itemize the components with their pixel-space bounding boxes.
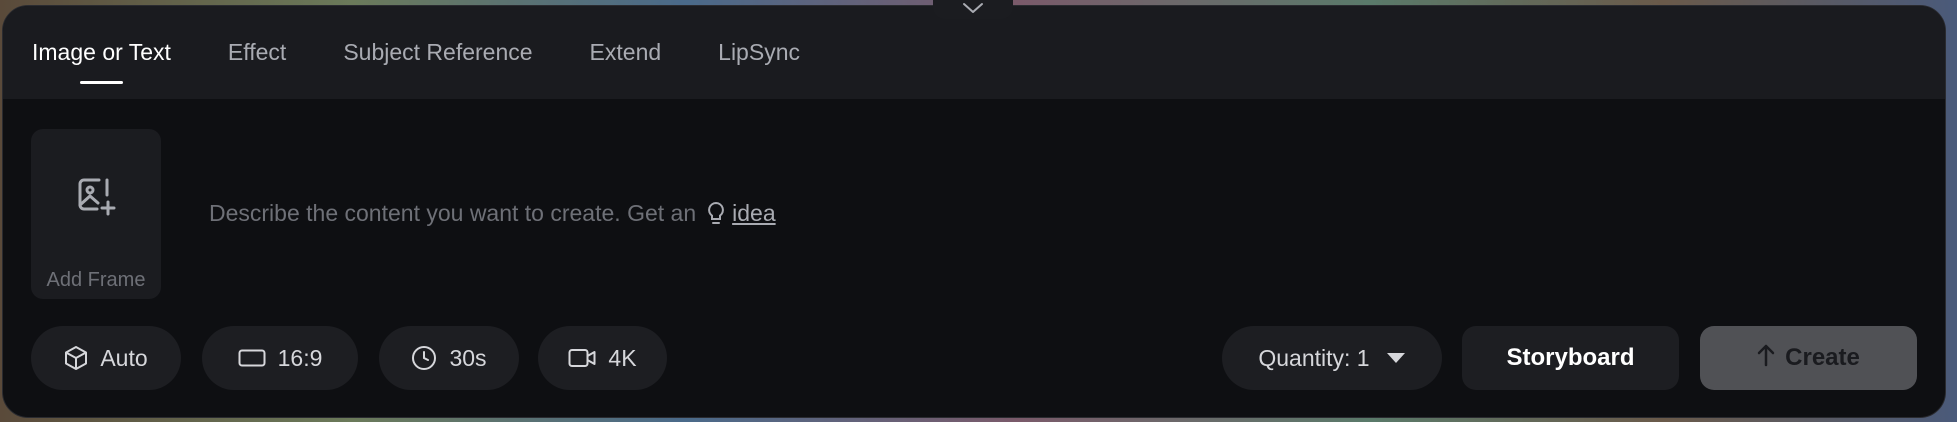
chevron-down-icon xyxy=(962,1,984,19)
tab-extend[interactable]: Extend xyxy=(590,41,662,64)
add-image-icon xyxy=(75,175,117,222)
quantity-selector[interactable]: Quantity: 1 xyxy=(1222,326,1442,390)
prompt-input[interactable]: Describe the content you want to create.… xyxy=(209,200,776,227)
tab-lipsync[interactable]: LipSync xyxy=(718,41,800,64)
tab-image-or-text[interactable]: Image or Text xyxy=(32,41,171,84)
storyboard-button[interactable]: Storyboard xyxy=(1462,326,1679,390)
mode-tab-bar: Image or Text Effect Subject Reference E… xyxy=(3,6,1945,99)
collapse-panel-button[interactable] xyxy=(933,0,1013,19)
cube-icon xyxy=(64,345,88,371)
aspect-ratio-selector[interactable]: 16:9 xyxy=(202,326,358,390)
quantity-label: Quantity: 1 xyxy=(1258,344,1370,371)
tab-effect[interactable]: Effect xyxy=(228,41,286,64)
resolution-label: 4K xyxy=(608,344,637,371)
model-label: Auto xyxy=(100,344,148,371)
lightbulb-icon xyxy=(706,201,726,227)
duration-selector[interactable]: 30s xyxy=(379,326,519,390)
storyboard-label: Storyboard xyxy=(1506,344,1635,371)
create-button[interactable]: Create xyxy=(1700,326,1917,390)
tab-subject-reference[interactable]: Subject Reference xyxy=(343,41,532,64)
aspect-ratio-label: 16:9 xyxy=(277,344,323,371)
add-frame-label: Add Frame xyxy=(46,269,146,291)
model-selector[interactable]: Auto xyxy=(31,326,181,390)
duration-label: 30s xyxy=(449,344,487,371)
aspect-ratio-icon xyxy=(238,349,266,367)
create-panel: Image or Text Effect Subject Reference E… xyxy=(2,5,1946,418)
resolution-selector[interactable]: 4K xyxy=(538,326,667,390)
clock-icon xyxy=(411,345,437,371)
add-frame-button[interactable]: Add Frame xyxy=(31,129,161,299)
arrow-up-icon xyxy=(1757,343,1775,374)
create-label: Create xyxy=(1785,344,1860,371)
video-camera-icon xyxy=(568,348,596,368)
idea-link[interactable]: idea xyxy=(732,200,775,227)
prompt-placeholder: Describe the content you want to create.… xyxy=(209,200,697,226)
caret-down-icon xyxy=(1386,352,1406,364)
